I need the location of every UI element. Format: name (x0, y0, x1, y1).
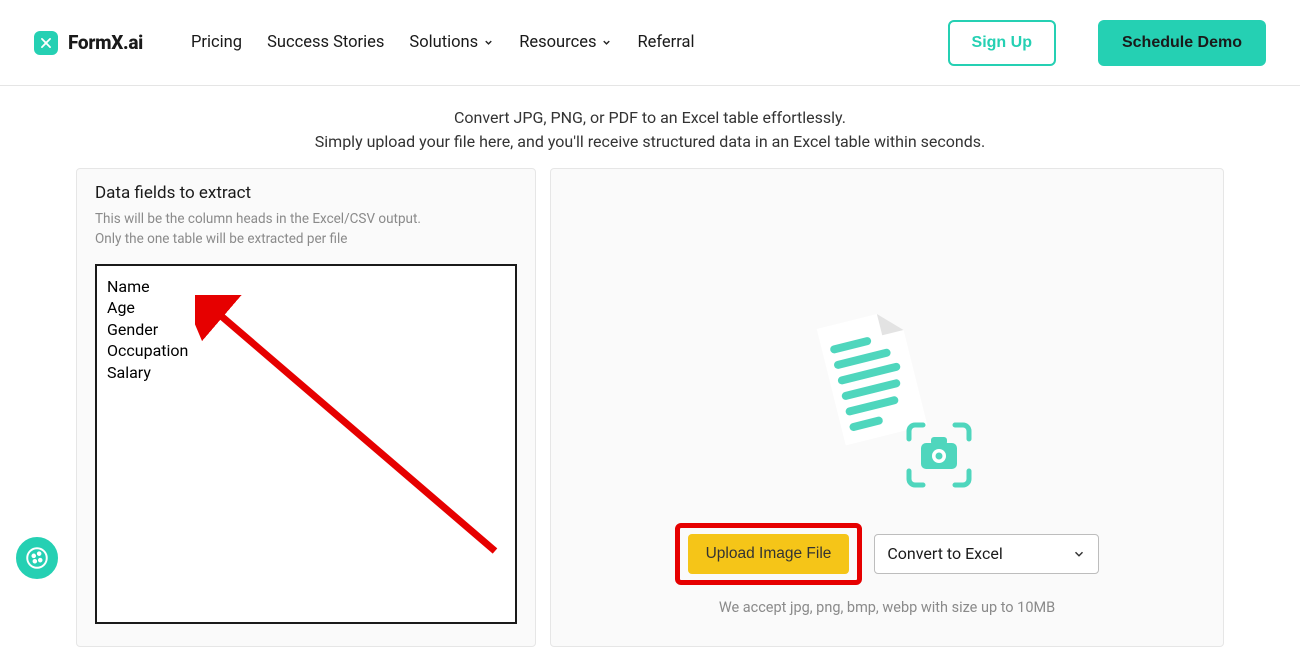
main-nav: Pricing Success Stories Solutions Resour… (191, 33, 695, 52)
logo-icon (34, 31, 58, 55)
convert-format-selected: Convert to Excel (887, 544, 1002, 563)
convert-format-select[interactable]: Convert to Excel (874, 534, 1099, 574)
cookie-icon (24, 545, 50, 571)
nav-solutions[interactable]: Solutions (409, 33, 494, 52)
camera-scan-icon (903, 419, 975, 491)
chevron-down-icon (1072, 547, 1086, 561)
logo[interactable]: FormX.ai (34, 31, 143, 55)
brand-text: FormX.ai (68, 31, 143, 54)
cookie-settings-button[interactable] (16, 537, 58, 579)
annotation-highlight-box: Upload Image File (675, 523, 863, 585)
accept-note: We accept jpg, png, bmp, webp with size … (719, 599, 1055, 616)
chevron-down-icon (601, 37, 612, 48)
nav-solutions-label: Solutions (409, 33, 478, 52)
fields-title: Data fields to extract (95, 183, 517, 203)
fields-textarea[interactable] (95, 264, 517, 624)
nav-referral[interactable]: Referral (637, 33, 694, 52)
sign-up-button[interactable]: Sign Up (948, 20, 1056, 66)
fields-hint: This will be the column heads in the Exc… (95, 209, 517, 250)
fields-panel: Data fields to extract This will be the … (76, 168, 536, 647)
nav-resources-label: Resources (519, 33, 596, 52)
nav-resources[interactable]: Resources (519, 33, 612, 52)
header: FormX.ai Pricing Success Stories Solutio… (0, 0, 1300, 86)
hero-line1: Convert JPG, PNG, or PDF to an Excel tab… (0, 106, 1300, 130)
schedule-demo-button[interactable]: Schedule Demo (1098, 20, 1266, 66)
nav-pricing[interactable]: Pricing (191, 33, 242, 52)
upload-image-button[interactable]: Upload Image File (688, 534, 850, 574)
upload-panel: Upload Image File Convert to Excel We ac… (550, 168, 1224, 647)
hero-text: Convert JPG, PNG, or PDF to an Excel tab… (0, 86, 1300, 168)
upload-illustration (807, 313, 967, 483)
chevron-down-icon (483, 37, 494, 48)
hero-line2: Simply upload your file here, and you'll… (0, 130, 1300, 154)
nav-success-stories[interactable]: Success Stories (267, 33, 384, 52)
